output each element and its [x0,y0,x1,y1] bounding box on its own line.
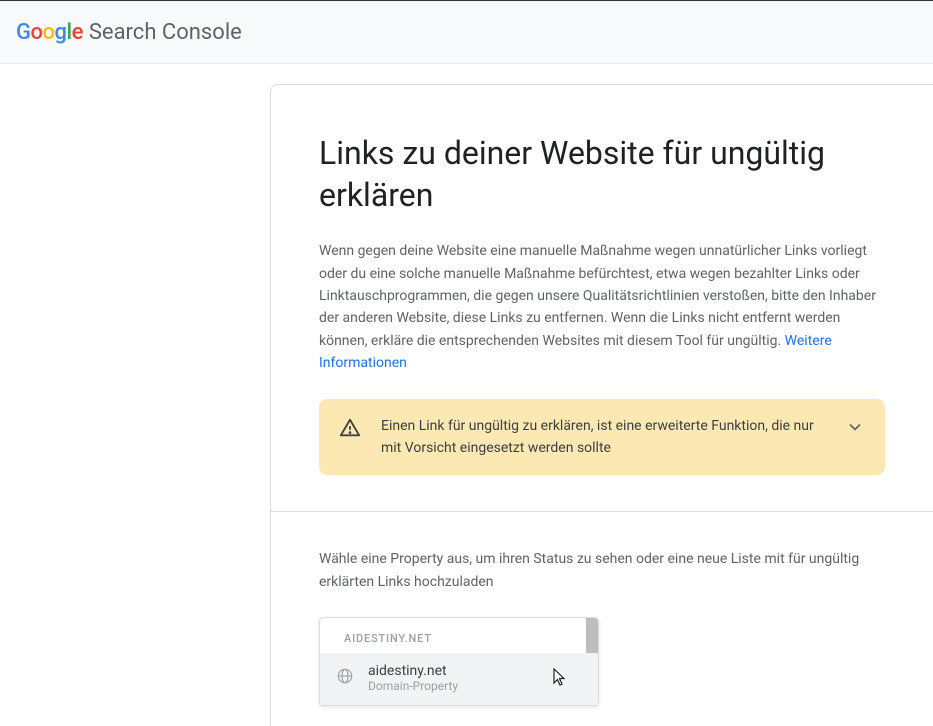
dropdown-item-subtitle: Domain-Property [368,679,458,693]
warning-banner[interactable]: Einen Link für ungültig zu erklären, ist… [319,399,885,476]
dropdown-group-header: AIDESTINY.NET [320,618,598,653]
property-selector-dropdown[interactable]: AIDESTINY.NET aidestiny.net Domain-Prope… [319,617,599,706]
chevron-down-icon[interactable] [845,417,865,441]
globe-icon [336,667,354,689]
cursor-icon [552,667,568,691]
logo-container: Google Search Console [16,20,242,45]
product-name: Search Console [89,20,242,45]
property-prompt: Wähle eine Property aus, um ihren Status… [319,548,885,593]
google-logo: Google [16,20,83,45]
page-title: Links zu deiner Website für ungültig erk… [319,133,885,216]
section-divider [271,511,933,512]
warning-icon [339,417,361,443]
content-card: Links zu deiner Website für ungültig erk… [270,84,933,726]
dropdown-item-title: aidestiny.net [368,663,458,679]
dropdown-item-aidestiny[interactable]: aidestiny.net Domain-Property [320,653,598,705]
description-text: Wenn gegen deine Website eine manuelle M… [319,240,885,374]
main-container: Links zu deiner Website für ungültig erk… [0,64,933,726]
app-header: Google Search Console [0,0,933,64]
dropdown-item-text: aidestiny.net Domain-Property [368,663,458,693]
warning-text: Einen Link für ungültig zu erklären, ist… [381,415,825,460]
